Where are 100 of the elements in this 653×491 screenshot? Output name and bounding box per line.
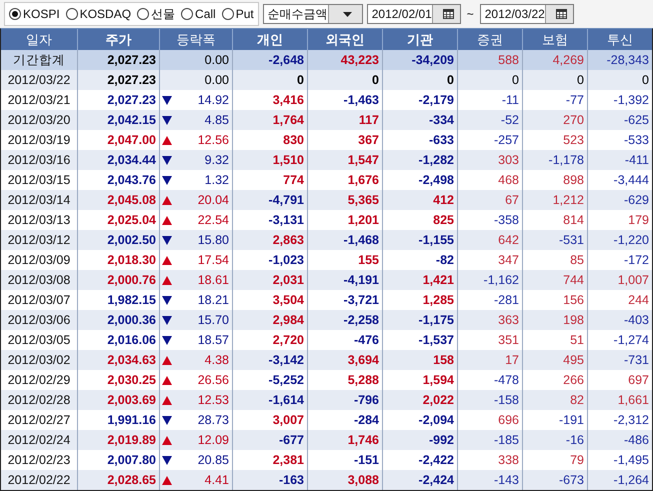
date-field[interactable]: 2012/02/01 [366, 4, 461, 24]
value-cell: 0 [523, 70, 588, 90]
value-cell-text: -486 [622, 432, 650, 449]
radio-option[interactable]: Put [222, 7, 254, 21]
value-cell: 158 [383, 350, 458, 370]
value-cell: 1,510 [233, 150, 308, 170]
value-cell: 1,212 [523, 190, 588, 210]
calendar-icon[interactable] [442, 9, 454, 19]
up-arrow-icon [162, 276, 172, 284]
down-arrow-icon [162, 316, 172, 324]
value-cell: 412 [383, 190, 458, 210]
up-arrow-icon [162, 476, 172, 484]
change-cell: 20.04 [160, 190, 233, 210]
value-cell: 2,022 [383, 390, 458, 410]
value-cell: 67 [458, 190, 523, 210]
value-cell: 0 [233, 70, 308, 90]
up-arrow-icon [162, 216, 172, 224]
value-cell: -796 [308, 390, 383, 410]
date-cell: 2012/03/02 [1, 350, 78, 370]
value-cell: 495 [523, 350, 588, 370]
value-cell: 2,031 [233, 270, 308, 290]
value-cell: 0 [308, 70, 383, 90]
price-cell: 2,000.76 [78, 270, 160, 290]
date-cell: 2012/03/08 [1, 270, 78, 290]
change-cell: 15.70 [160, 310, 233, 330]
value-cell: 1,746 [308, 430, 383, 450]
value-cell: -1,155 [383, 230, 458, 250]
value-cell: -16 [523, 430, 588, 450]
date-cell: 2012/03/12 [1, 230, 78, 250]
down-arrow-icon [162, 156, 172, 164]
value-cell: -52 [458, 110, 523, 130]
value-cell-text: -625 [622, 112, 650, 129]
value-cell: 744 [523, 270, 588, 290]
price-cell: 2,027.23 [78, 70, 160, 90]
value-cell-text: 1,661 [616, 392, 650, 409]
value-cell: -1,282 [383, 150, 458, 170]
value-cell-text: -1,274 [612, 332, 650, 349]
price-cell: 2,028.65 [78, 470, 160, 490]
value-cell-text: 0 [641, 72, 650, 89]
date-field[interactable]: 2012/03/22 [480, 4, 574, 24]
value-cell: 2,984 [233, 310, 308, 330]
value-cell: 17 [458, 350, 523, 370]
down-arrow-icon [162, 336, 172, 344]
radio-option[interactable]: KOSPI [9, 7, 60, 21]
date-cell: 2012/03/20 [1, 110, 78, 130]
value-cell: -992 [383, 430, 458, 450]
value-cell: 198 [523, 310, 588, 330]
value-cell: -185 [458, 430, 523, 450]
up-arrow-icon [162, 136, 172, 144]
date-cell: 2012/03/22 [1, 70, 78, 90]
date-cell: 2012/02/22 [1, 470, 78, 490]
up-arrow-icon [162, 256, 172, 264]
change-cell: 4.38 [160, 350, 233, 370]
change-cell: 0.00 [160, 70, 233, 90]
price-cell: 2,003.69 [78, 390, 160, 410]
value-cell: 1,764 [233, 110, 308, 130]
value-cell-text: -1,392 [612, 92, 650, 109]
price-cell: 2,034.63 [78, 350, 160, 370]
price-cell: 2,042.15 [78, 110, 160, 130]
value-cell-text: 179 [627, 212, 650, 229]
value-cell: -1,162 [458, 270, 523, 290]
value-cell: 642 [458, 230, 523, 250]
value-cell: 117 [308, 110, 383, 130]
change-cell: 12.53 [160, 390, 233, 410]
up-arrow-icon [162, 376, 172, 384]
value-cell: 3,694 [308, 350, 383, 370]
radio-option[interactable]: Call [181, 7, 216, 21]
radio-option[interactable]: 선물 [137, 6, 176, 22]
price-cell: 2,045.08 [78, 190, 160, 210]
calendar-icon[interactable] [556, 9, 567, 19]
up-arrow-icon [162, 396, 172, 404]
change-cell: 9.32 [160, 150, 233, 170]
dropdown[interactable]: 순매수금액 [262, 4, 363, 24]
value-cell-text: -411 [624, 152, 650, 169]
down-arrow-icon [162, 176, 172, 184]
down-arrow-icon [162, 96, 172, 104]
date-cell: 2012/02/28 [1, 390, 78, 410]
price-cell: 2,019.89 [78, 430, 160, 450]
value-cell-text: 1,007 [616, 272, 650, 289]
value-cell-text: -2,312 [612, 412, 650, 429]
down-arrow-icon [162, 296, 172, 304]
value-cell: -3,142 [233, 350, 308, 370]
value-cell: -2,258 [308, 310, 383, 330]
change-cell: 12.09 [160, 430, 233, 450]
value-cell: -1,468 [308, 230, 383, 250]
value-cell: -334 [383, 110, 458, 130]
value-cell: 5,365 [308, 190, 383, 210]
value-cell: -4,791 [233, 190, 308, 210]
value-cell: 0 [383, 70, 458, 90]
radio-option[interactable]: KOSDAQ [66, 7, 132, 21]
column-header[interactable]: 투신 [588, 29, 652, 50]
caret-icon [342, 12, 352, 16]
value-cell: -1,178 [523, 150, 588, 170]
value-cell: 303 [458, 150, 523, 170]
range-separator: ~ [466, 7, 474, 21]
value-cell-text: -28,343 [606, 52, 650, 69]
value-cell-text: -731 [622, 352, 650, 369]
value-cell: -4,191 [308, 270, 383, 290]
value-cell: 2,863 [233, 230, 308, 250]
value-cell: -163 [233, 470, 308, 490]
